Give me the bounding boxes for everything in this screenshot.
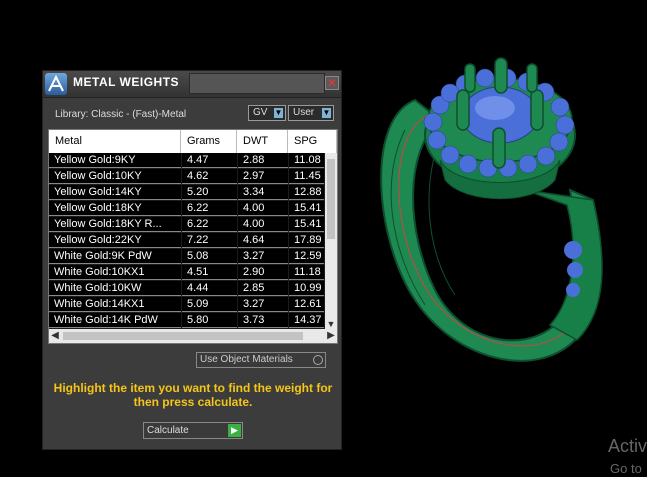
- cell-metal: White Gold:10KX1: [49, 265, 181, 280]
- user-dropdown-label: User: [293, 107, 315, 118]
- cell-grams: 4.62: [182, 169, 237, 184]
- table-header: Metal Grams DWT SPG: [49, 130, 337, 153]
- cell-dwt: 4.64: [238, 233, 288, 248]
- cell-grams: 7.22: [182, 233, 237, 248]
- cell-spg: 15.41: [289, 217, 324, 232]
- calculate-label: Calculate: [147, 425, 189, 436]
- table-row[interactable]: White Gold:14KX1 5.09 3.27 12.61: [49, 297, 324, 313]
- scroll-down-icon[interactable]: ▼: [325, 319, 337, 329]
- cell-dwt: 4.00: [238, 201, 288, 216]
- table-row[interactable]: Yellow Gold:18KY R... 6.22 4.00 15.41: [49, 217, 324, 233]
- use-object-materials-label: Use Object Materials: [200, 354, 293, 365]
- column-header-metal[interactable]: Metal: [49, 130, 181, 153]
- cell-spg: 11.08: [289, 153, 324, 168]
- cell-metal: Yellow Gold:14KY: [49, 185, 181, 200]
- cell-spg: 11.45: [289, 169, 324, 184]
- cell-dwt: 2.85: [238, 281, 288, 296]
- cell-metal: White Gold:10KW: [49, 281, 181, 296]
- cell-grams: 5.80: [182, 313, 237, 328]
- metal-weights-panel: METAL WEIGHTS ✕ Library: Classic - (Fast…: [42, 70, 342, 450]
- cell-spg: 14.37: [289, 313, 324, 328]
- cell-grams: 4.47: [182, 153, 237, 168]
- use-object-materials-toggle[interactable]: Use Object Materials: [196, 352, 326, 368]
- gv-dropdown-label: GV: [253, 107, 268, 118]
- cell-metal: Yellow Gold:18KY: [49, 201, 181, 216]
- title-bar[interactable]: METAL WEIGHTS ✕: [43, 71, 341, 98]
- window-title: METAL WEIGHTS: [73, 75, 180, 89]
- play-icon: ▶: [228, 424, 241, 437]
- cell-spg: 12.59: [289, 249, 324, 264]
- cell-metal: Yellow Gold:10KY: [49, 169, 181, 184]
- cell-spg: 15.41: [289, 201, 324, 216]
- table-row[interactable]: Yellow Gold:22KY 7.22 4.64 17.89: [49, 233, 324, 249]
- scroll-left-icon[interactable]: ◀: [49, 329, 61, 343]
- cell-grams: 6.22: [182, 201, 237, 216]
- cell-spg: 10.99: [289, 281, 324, 296]
- cell-dwt: 3.27: [238, 249, 288, 264]
- column-header-grams[interactable]: Grams: [181, 130, 237, 153]
- cell-metal: White Gold:14KX1: [49, 297, 181, 312]
- cell-spg: 12.88: [289, 185, 324, 200]
- table-row[interactable]: White Gold:10KX1 4.51 2.90 11.18: [49, 265, 324, 281]
- activation-watermark-line1: Activ: [608, 436, 647, 456]
- cell-dwt: 2.88: [238, 153, 288, 168]
- table-row[interactable]: White Gold:9K PdW 5.08 3.27 12.59: [49, 249, 324, 265]
- cell-grams: 5.20: [182, 185, 237, 200]
- cell-dwt: 3.73: [238, 313, 288, 328]
- ring-model-render[interactable]: [345, 40, 647, 400]
- cell-spg: 11.18: [289, 265, 324, 280]
- vertical-scroll-thumb[interactable]: [327, 159, 335, 239]
- gv-dropdown[interactable]: GV ▼: [248, 105, 286, 121]
- cell-dwt: 3.27: [238, 297, 288, 312]
- table-row[interactable]: Yellow Gold:10KY 4.62 2.97 11.45: [49, 169, 324, 185]
- table-row[interactable]: Yellow Gold:9KY 4.47 2.88 11.08: [49, 153, 324, 169]
- close-button[interactable]: ✕: [325, 76, 339, 90]
- cell-grams: 5.09: [182, 297, 237, 312]
- vertical-scrollbar[interactable]: ▼: [325, 153, 337, 329]
- horizontal-scrollbar[interactable]: ◀ ▶: [49, 329, 337, 343]
- library-label: Library: Classic - (Fast)-Metal: [55, 109, 187, 120]
- app-logo-icon: [45, 73, 67, 95]
- radio-icon: [313, 355, 323, 365]
- table-body: Yellow Gold:9KY 4.47 2.88 11.08 Yellow Gold:…: [49, 153, 324, 329]
- column-header-dwt[interactable]: DWT: [237, 130, 288, 153]
- metal-table: Metal Grams DWT SPG Yellow Gold:9KY 4.47 2…: [48, 129, 338, 344]
- title-drag-area[interactable]: [189, 73, 325, 94]
- cell-grams: 4.44: [182, 281, 237, 296]
- cell-dwt: 2.90: [238, 265, 288, 280]
- table-row[interactable]: White Gold:14K PdW 5.80 3.73 14.37: [49, 313, 324, 329]
- cell-grams: 4.51: [182, 265, 237, 280]
- cell-grams: 5.08: [182, 249, 237, 264]
- cell-grams: 6.22: [182, 217, 237, 232]
- scroll-right-icon[interactable]: ▶: [325, 329, 337, 343]
- activation-watermark-line2: Go to: [610, 461, 642, 476]
- cell-spg: 12.61: [289, 297, 324, 312]
- cell-metal: White Gold:9K PdW: [49, 249, 181, 264]
- chevron-down-icon: ▼: [322, 108, 331, 118]
- table-row[interactable]: Yellow Gold:18KY 6.22 4.00 15.41: [49, 201, 324, 217]
- table-row[interactable]: White Gold:10KW 4.44 2.85 10.99: [49, 281, 324, 297]
- cell-metal: Yellow Gold:18KY R...: [49, 217, 181, 232]
- cell-dwt: 3.34: [238, 185, 288, 200]
- calculate-button[interactable]: Calculate ▶: [143, 422, 243, 439]
- cell-metal: Yellow Gold:22KY: [49, 233, 181, 248]
- user-dropdown[interactable]: User ▼: [288, 105, 334, 121]
- cell-metal: Yellow Gold:9KY: [49, 153, 181, 168]
- chevron-down-icon: ▼: [274, 108, 283, 118]
- instruction-text: Highlight the item you want to find the …: [53, 381, 333, 409]
- column-header-spg[interactable]: SPG: [288, 130, 337, 153]
- cell-dwt: 4.00: [238, 217, 288, 232]
- cell-spg: 17.89: [289, 233, 324, 248]
- table-row[interactable]: Yellow Gold:14KY 5.20 3.34 12.88: [49, 185, 324, 201]
- horizontal-scroll-thumb[interactable]: [63, 332, 303, 340]
- cell-dwt: 2.97: [238, 169, 288, 184]
- cell-metal: White Gold:14K PdW: [49, 313, 181, 328]
